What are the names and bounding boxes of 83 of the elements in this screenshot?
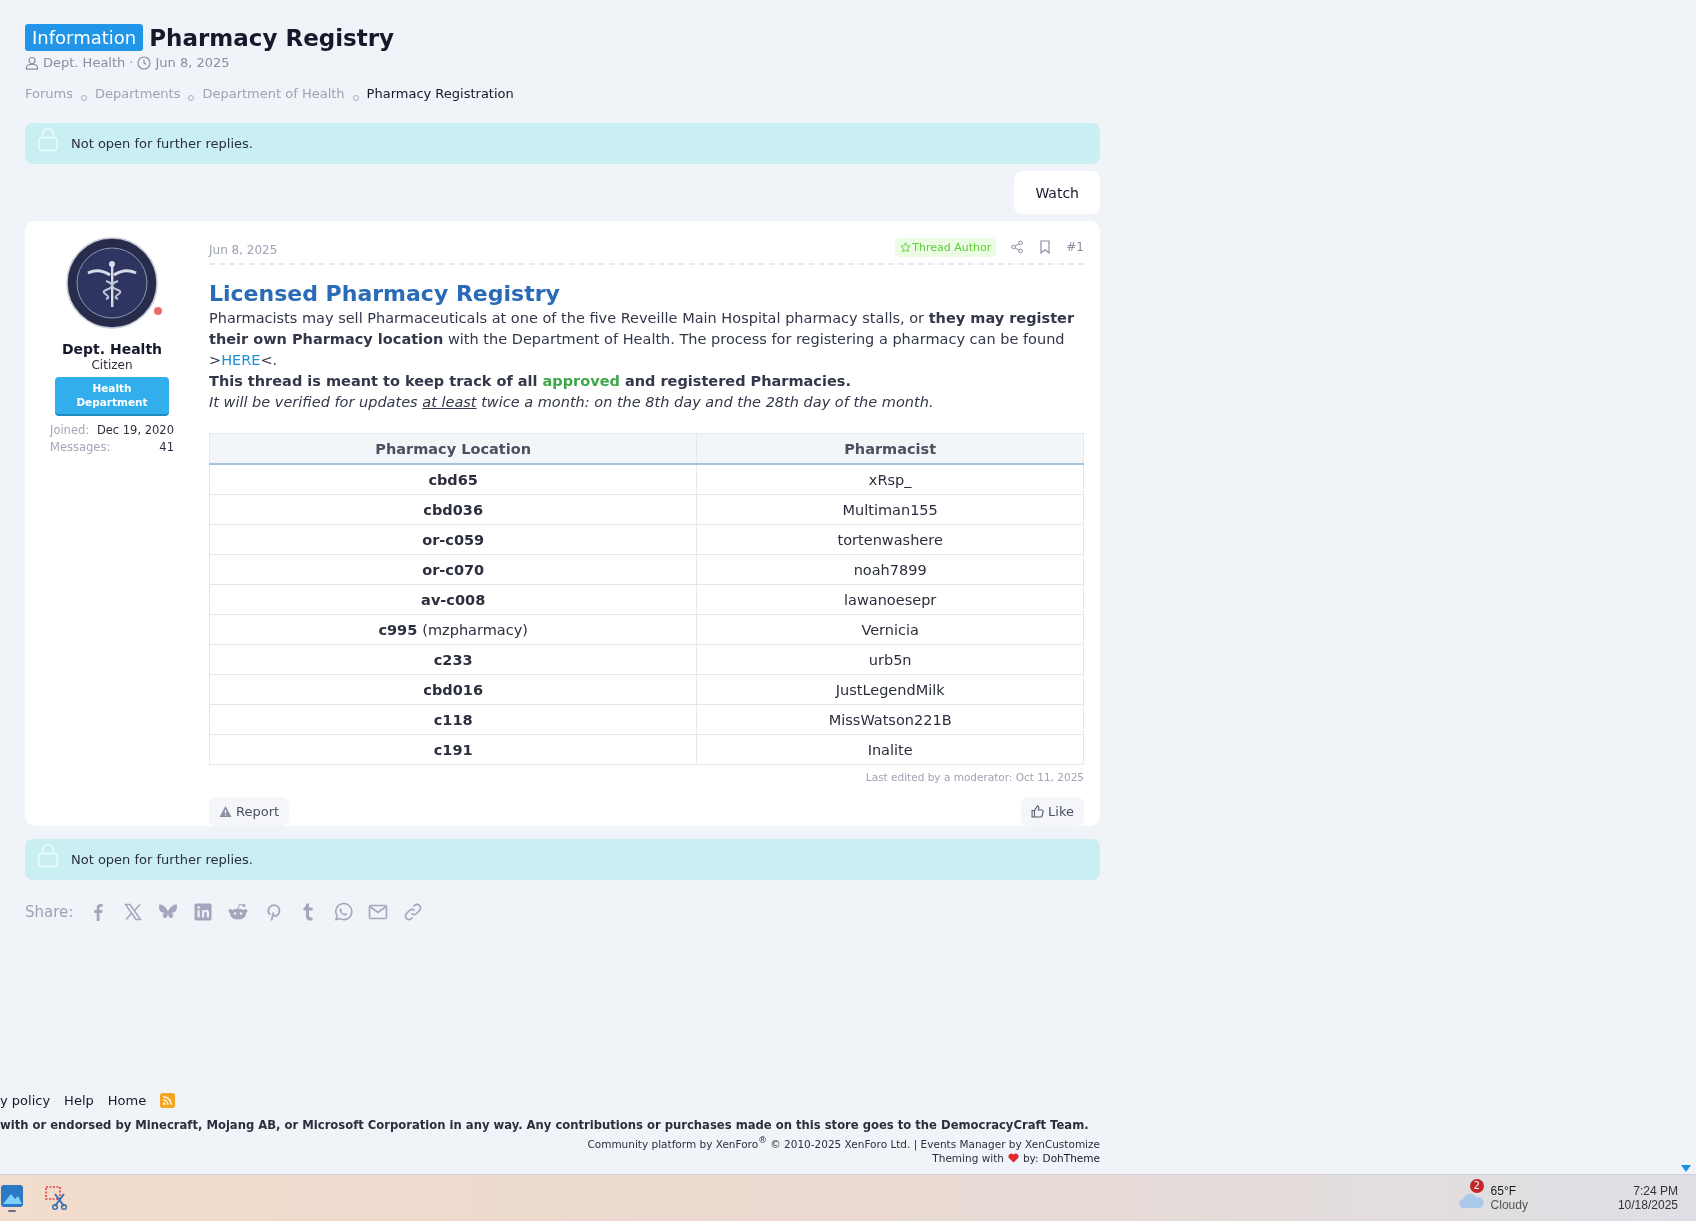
location-cell: cbd016 [209,674,697,705]
pharmacist-cell: urb5n [696,644,1084,675]
email-icon[interactable] [368,902,389,922]
share-label: Share: [25,903,74,921]
linkedin-icon[interactable] [193,902,214,922]
stat-label: Joined: [50,422,90,440]
theming-label: by: [1022,1152,1039,1164]
pharmacist-cell: tortenwashere [696,524,1084,555]
user-banner: Health Department [55,377,169,417]
snipping-tool-icon[interactable] [44,1184,68,1212]
here-link[interactable]: HERE [221,352,261,368]
clock-time[interactable]: 7:24 PM [1633,1184,1678,1198]
pharmacist-cell: lawanoesepr [696,584,1084,615]
pharmacist-cell: Multiman155 [696,494,1084,525]
post-date: Jun 8, 2025 [209,243,278,257]
pharmacist-cell: Vernicia [696,614,1084,645]
schedule-statement: It will be verified for updates at least twice a month: on the 8th day and the 28th day of the month. [209,393,935,412]
thread-title: Pharmacy Registry [149,24,395,51]
status-dot [154,307,162,315]
whatsapp-icon[interactable] [333,902,354,922]
tracking-statement: This thread is meant to keep track of all approved and registered Pharmacies. [209,372,852,391]
pharmacist-cell: MissWatson221B [696,704,1084,735]
star-icon [900,241,912,253]
username[interactable]: Dept. Health [61,341,163,357]
report-button[interactable]: Report [209,797,290,826]
link-icon[interactable] [403,902,424,922]
scroll-down-icon[interactable] [1681,1165,1691,1172]
stat-value: Dec 19, 2020 [96,422,174,440]
location-cell: av-c008 [209,584,697,615]
column-header: Pharmacy Location [209,433,697,464]
share-icon[interactable] [1010,240,1025,254]
lock-icon [37,843,59,868]
heart-icon [1007,1153,1019,1163]
breadcrumb-link[interactable]: Pharmacy Registration [366,86,514,101]
footer-link[interactable]: y policy [0,1092,51,1108]
weather-condition: Cloudy [1490,1198,1528,1212]
footer-link[interactable]: Home [107,1092,147,1108]
user-icon [25,55,39,70]
column-header: Pharmacist [696,433,1084,464]
app-icon[interactable] [0,1184,24,1212]
reddit-icon[interactable] [228,902,249,922]
user-title: Citizen [91,358,133,372]
lock-icon [37,127,59,152]
location-cell: c995 (mzpharmacy) [209,614,697,645]
post-heading: Licensed Pharmacy Registry [209,281,561,306]
thumbs-up-icon [1031,805,1045,818]
stat-value: 41 [159,439,174,457]
watch-button[interactable]: Watch [1014,171,1100,214]
locked-notice: Not open for further replies. [25,839,1100,880]
pharmacist-cell: xRsp_ [696,464,1084,495]
thread-date: Jun 8, 2025 [155,55,230,70]
pharmacist-cell: noah7899 [696,554,1084,585]
footer-disclaimer: with or endorsed by Minecraft, Mojang AB, or Microsoft Corporation in any way. Any contributions or purchases made on this store goes to the DemocracyCraft Team. [0,1117,1089,1132]
pharmacist-cell: JustLegendMilk [696,674,1084,705]
theme-author-link[interactable]: DohTheme [1042,1152,1100,1164]
footer-link[interactable]: Help [64,1092,94,1108]
location-cell: c118 [209,704,697,735]
footer-credit: Community platform by XenForo$^{®}$ © 2010-2025 XenForo Ltd. | Events Manager by XenCustomize [586,1134,1100,1149]
last-edited-note: Last edited by a moderator: Oct 11, 2025 [864,771,1084,783]
post-paragraph: Pharmacists may sell Pharmaceuticals at one of the five Reveille Main Hospital pharmacy stalls, or they may register their own Pharmacy location with the Department of Health. The process for registering a pharmacy can be found >HERE<. [209,309,1076,370]
like-button[interactable]: Like [1021,797,1084,826]
theming-label: Theming with [932,1152,1004,1164]
location-cell: or-c070 [209,554,697,585]
meta-separator: · [129,55,134,70]
cloud-icon[interactable] [1458,1193,1485,1209]
clock-icon [137,55,152,70]
location-cell: c233 [209,644,697,675]
stat-label: Messages: [50,439,111,457]
warning-icon [219,805,232,818]
locked-notice: Not open for further replies. [25,123,1100,164]
thread-prefix-label: Information [25,24,144,51]
notification-badge: 2 [1469,1179,1484,1193]
location-cell: cbd65 [209,464,697,495]
temperature-label: 65°F [1490,1184,1518,1198]
rss-icon[interactable] [160,1092,176,1108]
x-icon[interactable] [123,902,144,922]
bookmark-icon[interactable] [1038,240,1053,254]
location-cell: or-c059 [209,524,697,555]
thread-author-badge: Thread Author [895,237,997,257]
location-cell: c191 [209,734,697,765]
pharmacist-cell: Inalite [696,734,1084,765]
location-cell: cbd036 [209,494,697,525]
clock-date[interactable]: 10/18/2025 [1617,1198,1678,1212]
